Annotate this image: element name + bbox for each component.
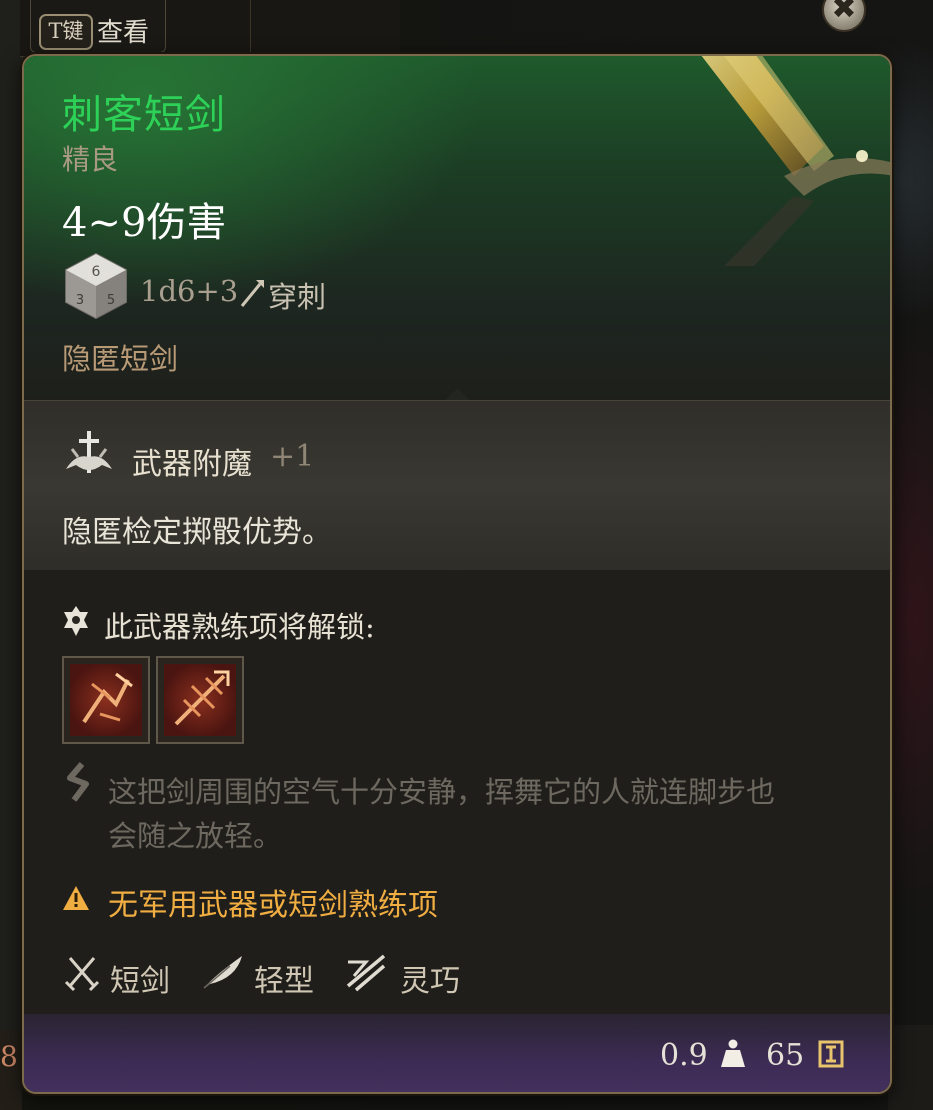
trait-light: 轻型 [200, 950, 340, 999]
right-bottom-panel [888, 1025, 933, 1110]
svg-text:6: 6 [92, 264, 101, 280]
left-panel-edge [0, 0, 23, 1030]
proficiency-icon [64, 606, 88, 636]
hotkey-key: T键 [39, 14, 93, 50]
damage-type: 穿刺 [268, 280, 327, 314]
enchantment-description: 隐匿检定掷骰优势。 [62, 515, 332, 550]
hotkey-label: 查看 [97, 18, 150, 48]
enchantment-name: 武器附魔 [132, 447, 252, 482]
d6-die-icon: 6 3 5 [65, 252, 127, 320]
flavor-text-icon [67, 762, 89, 802]
item-header: 刺客短剑 精良 4~9伤害 6 3 5 1d6+3 穿刺 隐匿短剑 [24, 56, 890, 400]
item-weight: 0.9 [660, 1038, 708, 1073]
weapon-action-slot-1[interactable] [62, 656, 150, 744]
svg-text:3: 3 [76, 293, 84, 308]
weapon-action-slot-2[interactable] [156, 656, 244, 744]
left-edge-number: 8 [0, 1040, 18, 1073]
item-rarity: 精良 [62, 143, 119, 176]
proficiency-unlock-text: 此武器熟练项将解锁: [104, 610, 375, 644]
weapon-action-icon-2 [164, 664, 236, 736]
top-bar-divider [250, 0, 251, 52]
flavor-line: 这把剑周围的空气十分安静，挥舞它的人就连脚步也 [108, 775, 776, 809]
warning-icon [63, 886, 89, 910]
trait-label: 短剑 [110, 964, 170, 999]
item-name: 刺客短剑 [62, 92, 226, 138]
item-tooltip: 刺客短剑 精良 4~9伤害 6 3 5 1d6+3 穿刺 隐匿短剑 武器附魔 +… [22, 54, 892, 1094]
shortsword-icon [64, 957, 100, 992]
feather-icon [203, 956, 242, 989]
svg-text:5: 5 [107, 293, 115, 308]
trait-label: 灵巧 [400, 964, 460, 999]
damage-dice: 1d6+3 [140, 274, 239, 308]
trait-shortsword: 短剑 [62, 950, 202, 999]
item-price: 65 [766, 1038, 805, 1073]
weight-icon [721, 1039, 745, 1067]
weapon-subtype: 隐匿短剑 [62, 342, 179, 376]
gold-coin-icon [818, 1040, 844, 1068]
item-details: 此武器熟练项将解锁: 这把剑周围的空气十分安静，挥舞它的人就连脚步也 会随之放轻… [24, 570, 890, 1014]
item-footer: 0.9 65 [24, 1014, 890, 1092]
flavor-text: 这把剑周围的空气十分安静，挥舞它的人就连脚步也 会随之放轻。 [108, 770, 868, 858]
close-icon: ✖ [831, 0, 857, 26]
trait-label: 轻型 [254, 964, 314, 999]
enchantment-icon [66, 431, 112, 473]
enchantment-section: 武器附魔 +1 隐匿检定掷骰优势。 [24, 400, 890, 572]
weapon-action-icon-1 [70, 664, 142, 736]
damage-range: 4~9伤害 [62, 200, 227, 246]
trait-finesse: 灵巧 [344, 950, 484, 999]
proficiency-warning: 无军用武器或短剑熟练项 [108, 888, 438, 923]
item-artwork-icon [701, 56, 890, 266]
finesse-icon [346, 954, 386, 992]
flavor-line: 会随之放轻。 [108, 819, 283, 853]
enchantment-bonus: +1 [270, 439, 315, 474]
piercing-icon [240, 280, 264, 307]
inspect-hotkey-button[interactable]: T键 查看 [30, 0, 166, 53]
